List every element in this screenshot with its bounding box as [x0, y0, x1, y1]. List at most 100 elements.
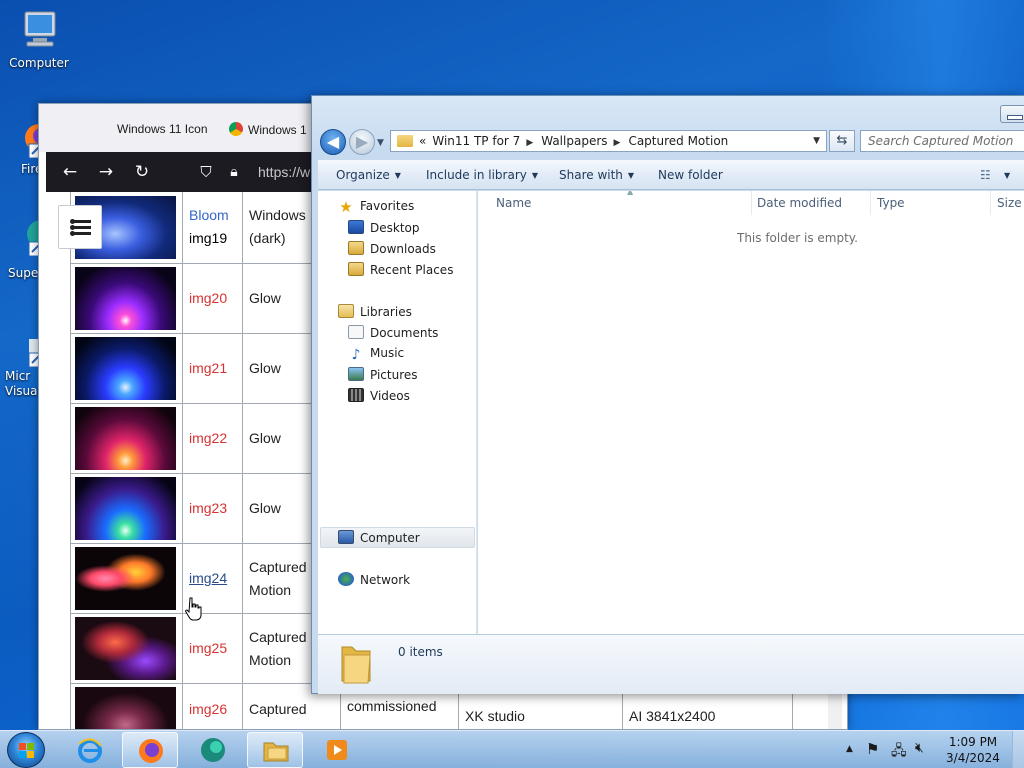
lock-icon: 🔒︎	[230, 164, 238, 180]
browser-tab-1[interactable]: Windows 11 Icon	[117, 122, 208, 136]
explorer-window[interactable]: ◀ ▶ ▼ « Win11 TP for 7 ▶ Wallpapers ▶ Capture…	[311, 95, 1024, 694]
start-button[interactable]	[7, 732, 45, 768]
breadcrumb-segment[interactable]: Captured Motion	[628, 134, 728, 148]
minimize-button[interactable]	[1000, 105, 1024, 123]
nav-downloads[interactable]: Downloads	[348, 241, 436, 256]
taskbar: ▲ ⚑ 🖧︎ 🔇︎ 1:09 PM 3/4/2024	[0, 730, 1024, 768]
address-bar[interactable]: « Win11 TP for 7 ▶ Wallpapers ▶ Captured Moti…	[390, 130, 827, 152]
thumbnail-cell	[70, 543, 183, 614]
wallpaper-thumbnail[interactable]	[75, 547, 176, 610]
breadcrumb-arrow-icon[interactable]: ▶	[614, 138, 621, 148]
address-dropdown-icon[interactable]: ▼	[813, 131, 820, 151]
share-with-button[interactable]: Share with ▼	[559, 168, 634, 182]
forward-icon[interactable]: →	[94, 160, 118, 184]
system-clock[interactable]: 1:09 PM 3/4/2024	[938, 734, 1008, 766]
organize-button[interactable]: Organize ▼	[336, 168, 401, 182]
refresh-icon: ⇆	[836, 133, 848, 148]
wallpaper-thumbnail[interactable]	[75, 337, 176, 400]
details-pane: 0 items	[318, 634, 1024, 694]
wallpaper-link[interactable]: img23	[189, 500, 227, 516]
back-button[interactable]: ◀	[320, 129, 346, 155]
clock-date: 3/4/2024	[946, 751, 1000, 765]
browser-tab-label: Windows 1	[248, 123, 307, 137]
recent-pages-dropdown[interactable]: ▼	[377, 138, 384, 148]
action-center-flag-icon[interactable]: ⚑	[866, 740, 879, 758]
documents-icon	[348, 325, 364, 339]
breadcrumb-arrow-icon[interactable]: ▶	[526, 138, 533, 148]
nav-label: Recent Places	[370, 263, 454, 277]
folder-icon	[397, 135, 413, 147]
wallpaper-link[interactable]: img25	[189, 640, 227, 656]
file-list-pane[interactable]: Name ▲ Date modified Type Size This folde…	[478, 191, 1024, 634]
wallpaper-thumbnail[interactable]	[75, 687, 176, 729]
column-label: Name	[496, 196, 532, 210]
organize-label: Organize	[336, 168, 390, 182]
forward-button[interactable]: ▶	[349, 129, 375, 155]
nav-network[interactable]: Network	[338, 572, 410, 587]
empty-folder-message: This folder is empty.	[737, 231, 858, 245]
wallpaper-link[interactable]: img20	[189, 290, 227, 306]
network-icon[interactable]: 🖧︎	[891, 740, 907, 764]
wallpaper-link[interactable]: img24	[189, 570, 227, 586]
back-icon[interactable]: ←	[58, 160, 82, 184]
windows-logo-icon	[19, 743, 35, 758]
taskbar-firefox[interactable]	[122, 732, 178, 768]
column-header-name[interactable]: Name ▲	[490, 191, 752, 215]
breadcrumb-overflow[interactable]: «	[419, 134, 426, 148]
nav-videos[interactable]: Videos	[348, 388, 410, 403]
thumbnail-cell	[70, 613, 183, 684]
recent-places-icon	[348, 262, 364, 276]
nav-label: Downloads	[370, 242, 436, 256]
include-in-library-button[interactable]: Include in library ▼	[426, 168, 538, 182]
nav-label: Network	[360, 573, 411, 587]
taskbar-internet-explorer[interactable]	[62, 732, 118, 768]
nav-computer[interactable]: Computer	[338, 530, 420, 545]
nav-desktop[interactable]: Desktop	[348, 220, 420, 235]
new-folder-button[interactable]: New folder	[658, 168, 723, 182]
search-input[interactable]: Search Captured Motion	[860, 130, 1024, 152]
column-header-date[interactable]: Date modified	[751, 191, 871, 215]
shield-icon[interactable]: ⛉	[194, 160, 218, 184]
nav-libraries[interactable]: Libraries	[338, 304, 412, 319]
taskbar-app[interactable]	[185, 732, 241, 768]
url-bar[interactable]: https://wi	[258, 164, 313, 180]
refresh-button[interactable]: ⇆	[829, 130, 855, 152]
view-dropdown-icon[interactable]: ▼	[1004, 171, 1010, 180]
desktop-icon-computer[interactable]: Computer	[1, 8, 77, 70]
nav-music[interactable]: ♪ Music	[348, 346, 405, 363]
media-player-icon	[327, 740, 347, 760]
column-header-size[interactable]: Size	[991, 191, 1024, 215]
chevron-down-icon: ▼	[394, 171, 401, 180]
nav-documents[interactable]: Documents	[348, 325, 438, 340]
nav-pictures[interactable]: Pictures	[348, 367, 418, 382]
wallpaper-link[interactable]: img22	[189, 430, 227, 446]
wallpaper-thumbnail[interactable]	[75, 617, 176, 680]
column-header-type[interactable]: Type	[871, 191, 991, 215]
browser-tab-2[interactable]: Windows 1	[229, 122, 307, 137]
view-options-icon[interactable]: ☷	[980, 169, 994, 181]
wallpaper-id: img19	[189, 230, 228, 246]
chevron-down-icon: ▼	[531, 171, 539, 180]
wallpaper-link[interactable]: img21	[189, 360, 227, 376]
reload-icon[interactable]: ↻	[130, 160, 154, 184]
toc-button[interactable]	[58, 205, 102, 249]
nav-label: Desktop	[370, 221, 420, 235]
breadcrumb-segment[interactable]: Wallpapers	[541, 134, 607, 148]
wallpaper-thumbnail[interactable]	[75, 267, 176, 330]
volume-muted-icon[interactable]: 🔇︎	[915, 740, 924, 756]
internet-explorer-icon	[78, 738, 102, 763]
nav-favorites[interactable]: ★ Favorites	[338, 199, 414, 215]
taskbar-media-player[interactable]	[309, 732, 365, 768]
nav-label: Music	[370, 346, 405, 360]
desktop-icon-label: Computer	[9, 56, 69, 70]
wallpaper-thumbnail[interactable]	[75, 477, 176, 540]
name-cell: img20	[182, 263, 243, 334]
show-desktop-button[interactable]	[1012, 731, 1024, 768]
taskbar-explorer[interactable]	[247, 732, 303, 768]
wallpaper-link[interactable]: img26	[189, 701, 227, 717]
show-hidden-icons[interactable]: ▲	[846, 744, 853, 754]
wallpaper-link[interactable]: Bloom	[189, 207, 229, 223]
nav-recent-places[interactable]: Recent Places	[348, 262, 453, 277]
breadcrumb-segment[interactable]: Win11 TP for 7	[432, 134, 520, 148]
wallpaper-thumbnail[interactable]	[75, 407, 176, 470]
